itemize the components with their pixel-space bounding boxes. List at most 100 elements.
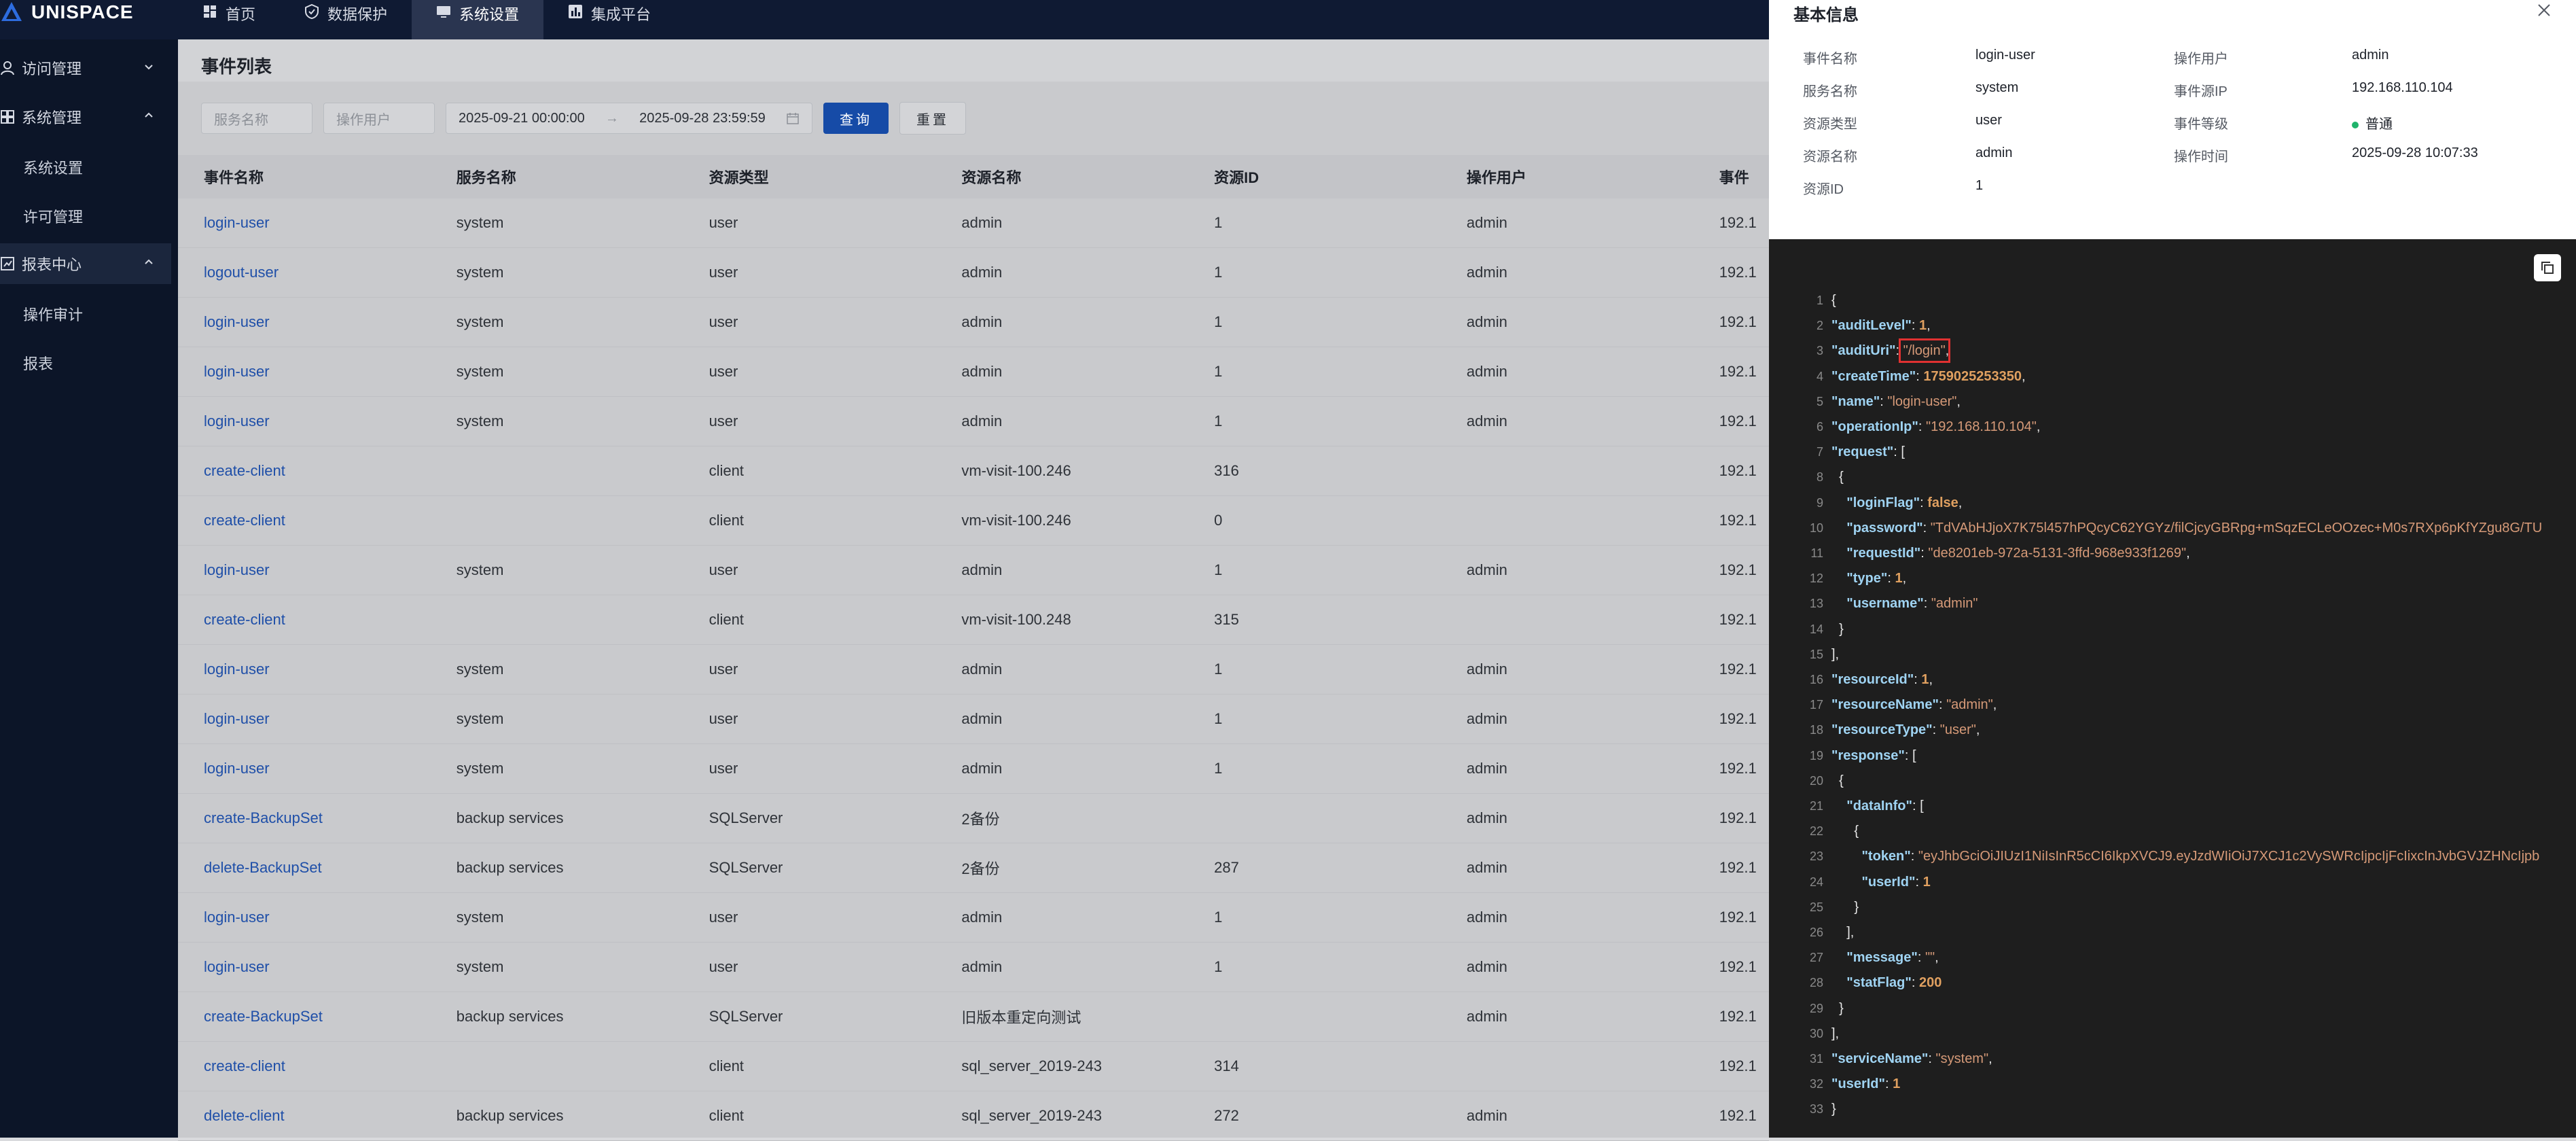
event-name-link[interactable]: login-user	[178, 561, 431, 579]
event-name-link[interactable]: login-user	[178, 958, 431, 976]
sidebar-group-reports[interactable]: 报表中心	[0, 243, 171, 284]
code-line: 8 {	[1769, 465, 2576, 490]
logo-text: UNISPACE	[31, 1, 134, 22]
table-row[interactable]: create-client client vm-visit-100.246 316 19…	[178, 446, 1769, 496]
nav-item-home[interactable]: 首页	[178, 0, 280, 39]
line-number: 11	[1810, 546, 1823, 560]
table-cell: backup services	[456, 809, 564, 826]
event-name-link[interactable]: login-user	[178, 909, 431, 926]
column-header: 操作用户	[1466, 169, 1526, 186]
date-end[interactable]: 2025-09-28 23:59:59	[639, 111, 766, 126]
sidebar-group-system[interactable]: 系统管理	[0, 96, 171, 137]
event-name-link[interactable]: login-user	[178, 661, 431, 678]
table-row[interactable]: login-user system user admin 1 admin 192.1	[178, 298, 1769, 347]
table-cell: client	[709, 1057, 744, 1074]
nav-item-integration[interactable]: 集成平台	[543, 0, 675, 39]
info-value: user	[1975, 113, 2002, 128]
date-start[interactable]: 2025-09-21 00:00:00	[459, 111, 585, 126]
json-token: :	[1938, 697, 1947, 713]
table-row[interactable]: create-client client sql_server_2019-243 31…	[178, 1042, 1769, 1091]
table-row[interactable]: login-user system user admin 1 admin 192.1	[178, 347, 1769, 397]
line-number: 2	[1816, 319, 1823, 333]
event-name-link[interactable]: login-user	[178, 313, 431, 331]
line-number: 13	[1809, 597, 1823, 611]
chart-icon	[569, 5, 583, 18]
table-cell: user	[709, 661, 738, 678]
json-token: "dataInfo"	[1831, 798, 1912, 813]
line-content: "userId": 1	[1831, 1072, 1900, 1097]
event-name-link[interactable]: login-user	[178, 214, 431, 232]
table-cell: admin	[961, 412, 1003, 429]
table-row[interactable]: login-user system user admin 1 admin 192.1	[178, 645, 1769, 695]
line-content: {	[1831, 288, 1836, 313]
reset-button[interactable]: 重置	[899, 102, 966, 135]
sidebar-item-license[interactable]: 许可管理	[23, 205, 83, 227]
event-level-text: 普通	[2365, 117, 2393, 132]
event-name-link[interactable]: create-client	[178, 1057, 431, 1075]
event-name-link[interactable]: create-client	[178, 512, 431, 529]
table-row[interactable]: login-user system user admin 1 admin 192.1	[178, 695, 1769, 744]
event-name-link[interactable]: login-user	[178, 412, 431, 430]
line-content: {	[1831, 819, 1859, 844]
info-label: 资源ID	[1803, 182, 1844, 197]
table-row[interactable]: create-BackupSet backup services SQLServer…	[178, 992, 1769, 1042]
line-number: 14	[1809, 622, 1823, 636]
query-button[interactable]: 查询	[823, 103, 889, 134]
table-row[interactable]: create-client client vm-visit-100.246 0 192.…	[178, 496, 1769, 546]
json-token: "user"	[1939, 722, 1976, 738]
table-cell: 287	[1214, 859, 1239, 876]
table-row[interactable]: login-user system user admin 1 admin 192.1	[178, 744, 1769, 794]
close-icon[interactable]	[2537, 3, 2552, 18]
event-name-link[interactable]: delete-client	[178, 1107, 431, 1125]
sidebar-item-audit[interactable]: 操作审计	[23, 303, 83, 325]
table-row[interactable]: login-user system user admin 1 admin 192.1	[178, 893, 1769, 943]
sidebar-group-access[interactable]: 访问管理	[0, 48, 171, 88]
json-token: ,	[1935, 950, 1939, 966]
json-token: "message"	[1831, 950, 1918, 966]
event-name-link[interactable]: create-BackupSet	[178, 809, 431, 827]
json-token: "loginFlag"	[1831, 495, 1920, 510]
line-content: ],	[1831, 642, 1839, 667]
operator-input[interactable]: 操作用户	[323, 103, 435, 134]
event-name-link[interactable]: login-user	[178, 710, 431, 728]
event-name-link[interactable]: login-user	[178, 760, 431, 777]
code-line: 9 "loginFlag": false,	[1769, 491, 2576, 516]
table-row[interactable]: login-user system user admin 1 admin 192.1	[178, 943, 1769, 992]
date-range-picker[interactable]: 2025-09-21 00:00:00 → 2025-09-28 23:59:5…	[446, 103, 812, 134]
table-row[interactable]: delete-client backup services client sql_se…	[178, 1091, 1769, 1141]
table-row[interactable]: login-user system user admin 1 admin 192.1	[178, 397, 1769, 446]
table-cell: admin	[961, 264, 1003, 281]
table-row[interactable]: login-user system user admin 1 admin 192.1	[178, 546, 1769, 595]
event-name-link[interactable]: create-BackupSet	[178, 1008, 431, 1025]
json-token: :	[1917, 950, 1925, 966]
json-token: "login-user"	[1887, 393, 1957, 409]
json-token: : [	[1904, 748, 1916, 763]
event-name-link[interactable]: delete-BackupSet	[178, 859, 431, 877]
sidebar-item-system-settings[interactable]: 系统设置	[23, 156, 83, 178]
table-row[interactable]: login-user system user admin 1 admin 192.1	[178, 198, 1769, 248]
nav-item-system-settings[interactable]: 系统设置	[412, 0, 544, 39]
logo[interactable]: UNISPACE	[0, 0, 134, 24]
table-cell: 1	[1214, 661, 1223, 678]
sidebar-item-reports[interactable]: 报表	[23, 352, 53, 374]
table-row[interactable]: create-client client vm-visit-100.248 315 19…	[178, 595, 1769, 645]
shield-icon	[305, 4, 319, 19]
json-token: }	[1831, 621, 1844, 637]
table-row[interactable]: create-BackupSet backup services SQLServer…	[178, 794, 1769, 843]
line-number: 32	[1809, 1077, 1823, 1091]
code-line: 28 "statFlag": 200	[1769, 970, 2576, 996]
nav-item-data-protection[interactable]: 数据保护	[280, 0, 412, 39]
json-token: 1759025253350	[1923, 368, 2022, 384]
line-content: "requestId": "de8201eb-972a-5131-3ffd-96…	[1831, 541, 2189, 566]
event-name-link[interactable]: logout-user	[178, 264, 431, 281]
service-name-input[interactable]: 服务名称	[201, 103, 312, 134]
table-row[interactable]: delete-BackupSet backup services SQLServer…	[178, 843, 1769, 893]
copy-button[interactable]	[2534, 254, 2561, 281]
basic-info-panel: 事件名称 login-user 操作用户 admin 服务名称 system 事件源IP 19…	[1769, 39, 2576, 239]
table-cell: 192.1	[1719, 214, 1757, 231]
line-number: 4	[1816, 369, 1823, 383]
event-name-link[interactable]: create-client	[178, 611, 431, 629]
event-name-link[interactable]: login-user	[178, 363, 431, 381]
event-name-link[interactable]: create-client	[178, 462, 431, 480]
table-row[interactable]: logout-user system user admin 1 admin 192.1	[178, 248, 1769, 298]
